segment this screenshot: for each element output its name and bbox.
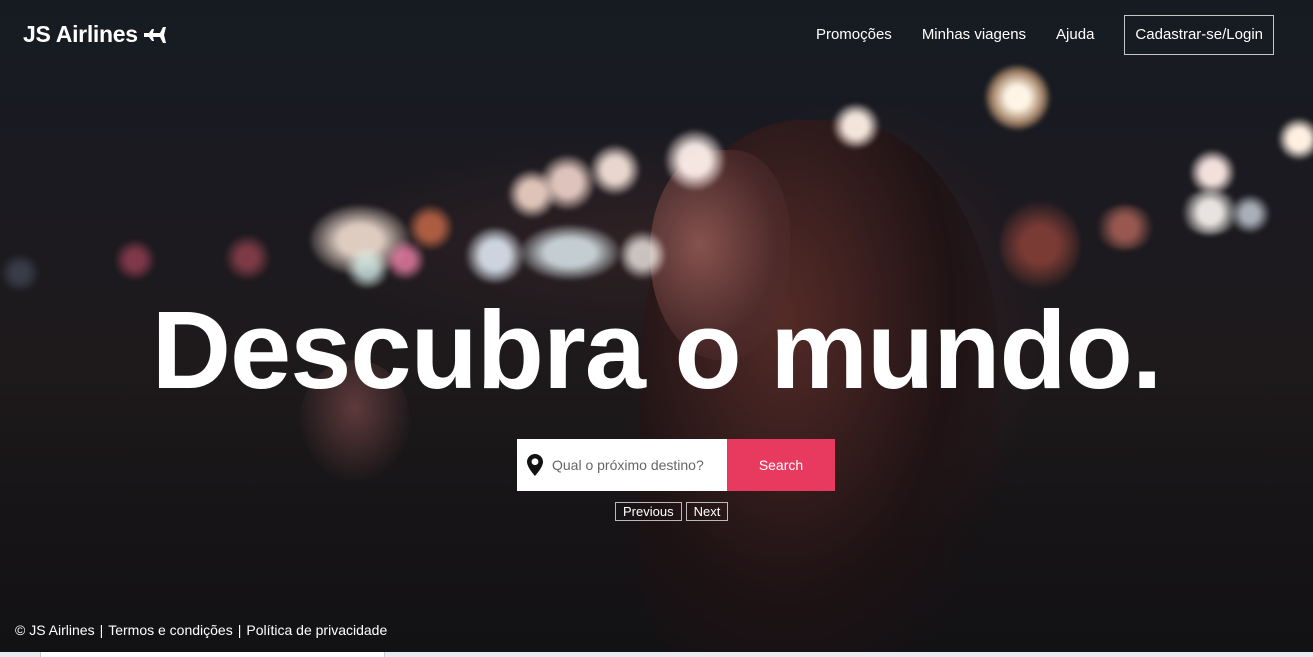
footer-link-terms[interactable]: Termos e condições: [108, 622, 233, 638]
bokeh-light: [985, 65, 1050, 130]
main-nav: Promoções Minhas viagens Ajuda Cadastrar…: [786, 15, 1274, 55]
bokeh-light: [465, 228, 525, 283]
nav-link-help[interactable]: Ajuda: [1056, 15, 1094, 55]
destination-search-form: Search: [517, 439, 835, 491]
bokeh-light: [620, 230, 665, 280]
bokeh-light: [508, 170, 556, 218]
logo-text: JS Airlines: [23, 21, 138, 47]
bottom-bar: [0, 652, 1313, 657]
destination-field[interactable]: [517, 439, 727, 491]
hero-headline: Descubra o mundo.: [151, 289, 1163, 412]
bokeh-light: [520, 225, 620, 280]
bokeh-light: [832, 104, 880, 148]
bokeh-light: [225, 235, 270, 280]
bokeh-light: [1095, 205, 1155, 250]
nav-link-my-trips[interactable]: Minhas viagens: [922, 15, 1026, 55]
footer-separator: |: [237, 622, 242, 638]
bokeh-light: [0, 255, 40, 291]
bokeh-light: [345, 248, 390, 288]
nav-link-promotions[interactable]: Promoções: [816, 15, 892, 55]
footer-copyright: © JS Airlines: [15, 622, 95, 638]
carousel-controls: Previous Next: [615, 502, 729, 521]
next-button[interactable]: Next: [685, 502, 729, 521]
bokeh-light: [1190, 150, 1235, 195]
search-button[interactable]: Search: [727, 439, 835, 491]
bokeh-light: [665, 130, 725, 190]
bottom-tab: [40, 652, 385, 657]
bokeh-light: [385, 240, 425, 280]
footer: © JS Airlines | Termos e condições | Pol…: [15, 622, 387, 638]
bokeh-light: [1230, 195, 1270, 233]
airplane-icon: [143, 26, 166, 43]
footer-separator: |: [99, 622, 104, 638]
destination-input[interactable]: [552, 457, 722, 473]
bokeh-light: [1000, 200, 1080, 290]
footer-link-privacy[interactable]: Política de privacidade: [246, 622, 387, 638]
map-pin-icon: [527, 454, 543, 476]
logo[interactable]: JS Airlines: [23, 21, 168, 48]
previous-button[interactable]: Previous: [615, 502, 682, 521]
bokeh-light: [1278, 118, 1313, 160]
bokeh-light: [590, 145, 640, 195]
login-button[interactable]: Cadastrar-se/Login: [1124, 15, 1274, 55]
bokeh-light: [115, 240, 155, 280]
